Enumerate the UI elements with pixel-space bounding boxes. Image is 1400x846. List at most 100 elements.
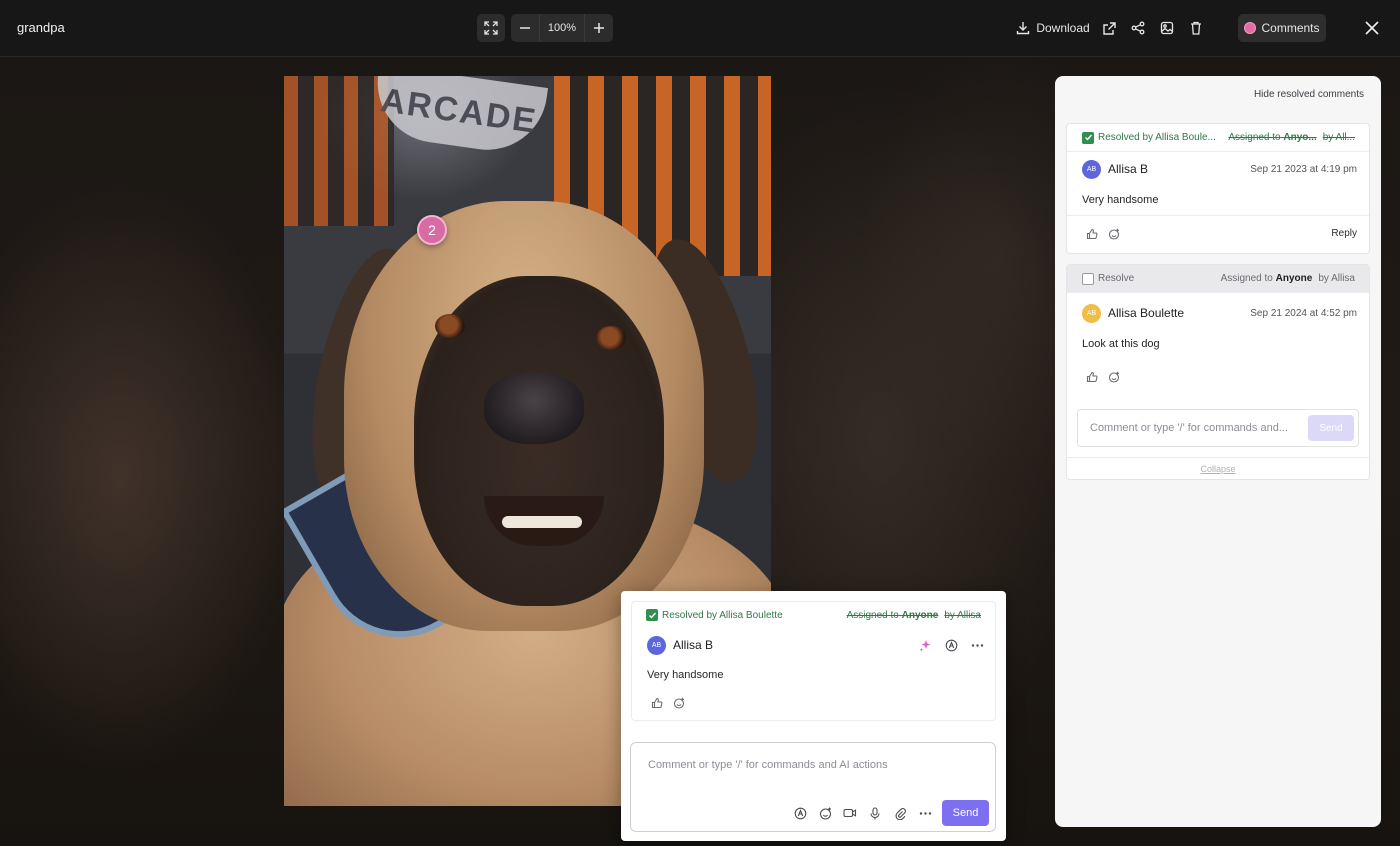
fit-screen-button[interactable] (477, 14, 505, 42)
reaction-row (632, 688, 995, 718)
mention-icon[interactable] (943, 637, 959, 653)
assignee-info: Assigned to Anyone (1221, 273, 1313, 284)
zoom-level[interactable]: 100% (539, 14, 585, 42)
send-button[interactable]: Send (1308, 415, 1354, 441)
trash-icon (1190, 21, 1202, 35)
dog-eye-right (596, 326, 626, 350)
close-icon (1364, 20, 1380, 36)
assignee-info: Assigned to Anyo... (1228, 132, 1316, 143)
more-options-icon[interactable] (917, 805, 933, 821)
external-link-icon (1102, 21, 1117, 36)
resolve-checkbox[interactable] (1082, 272, 1094, 285)
resolved-checkbox[interactable] (646, 609, 658, 621)
download-button[interactable]: Download (1012, 14, 1094, 42)
top-toolbar: grandpa 100% Download Comments (0, 0, 1400, 57)
comment-input[interactable]: Comment or type '/' for commands and AI … (630, 742, 996, 832)
comment-popover: Resolved by Allisa Boulette Assigned to … (621, 591, 1006, 841)
assignee-name[interactable]: Anyone (1276, 273, 1313, 284)
avatar: AB (1082, 303, 1101, 323)
reaction-row (1067, 359, 1369, 395)
comments-label: Comments (1261, 21, 1320, 35)
fit-screen-icon (484, 21, 498, 35)
assigned-prefix: Assigned to (846, 609, 899, 621)
comment-thread: Resolve Assigned to Anyone by Allisa AB … (1066, 264, 1370, 480)
attachment-icon[interactable] (892, 805, 908, 821)
avatar: AB (647, 635, 666, 655)
resolve-label[interactable]: Resolve (1098, 273, 1134, 284)
image-button[interactable] (1156, 14, 1178, 42)
add-reaction-icon[interactable] (672, 696, 686, 710)
comments-sidebar: Hide resolved comments Resolved by Allis… (1055, 76, 1381, 827)
comment-text: Very handsome (647, 669, 724, 681)
comment-toolbar: Send (792, 800, 989, 826)
comments-toggle-button[interactable]: Comments (1238, 14, 1326, 42)
zoom-out-button[interactable] (511, 14, 539, 42)
comment-text: Look at this dog (1082, 338, 1160, 350)
author-name: Allisa Boulette (1108, 306, 1185, 320)
share-button[interactable] (1127, 14, 1149, 42)
assigned-by: by Allisa (944, 609, 981, 621)
assignee-name: Anyo... (1283, 132, 1317, 143)
ai-sparkle-icon[interactable] (917, 637, 933, 653)
assignee-info: Assigned to Anyone (847, 610, 939, 621)
comment-author-row: AB Allisa Boulette Sep 21 2024 at 4:52 p… (1067, 297, 1369, 329)
add-reaction-icon[interactable] (1107, 227, 1121, 241)
image-background-shirt (284, 76, 394, 226)
image-icon (1160, 21, 1174, 35)
resolved-checkbox[interactable] (1082, 131, 1094, 144)
mention-icon[interactable] (792, 805, 808, 821)
dog-teeth (502, 516, 582, 528)
zoom-out-icon (519, 22, 531, 34)
avatar: AB (1082, 159, 1101, 179)
add-reaction-icon[interactable] (1107, 370, 1121, 384)
comment-input-placeholder: Comment or type '/' for commands and AI … (648, 759, 888, 771)
comment-text: Very handsome (1082, 194, 1159, 206)
comment-timestamp: Sep 21 2024 at 4:52 pm (1250, 307, 1357, 319)
assigned-prefix: Assigned to (1220, 273, 1273, 284)
download-icon (1016, 21, 1030, 35)
thumbs-up-icon[interactable] (650, 696, 664, 710)
resolved-status: Resolved by Allisa Boulette (662, 609, 783, 621)
microphone-icon[interactable] (867, 805, 883, 821)
send-button[interactable]: Send (942, 800, 989, 826)
thumbs-up-icon[interactable] (1085, 370, 1099, 384)
assigned-prefix: Assigned to (1228, 132, 1281, 143)
comments-indicator-icon (1244, 22, 1257, 34)
comment-author-row: AB Allisa B Sep 21 2023 at 4:19 pm (1067, 153, 1369, 185)
comment-timestamp: Sep 21 2023 at 4:19 pm (1250, 163, 1357, 175)
download-label: Download (1036, 21, 1090, 35)
comment-pin[interactable]: 2 (417, 215, 447, 245)
author-name: Allisa B (673, 638, 714, 652)
reaction-row: Reply (1067, 215, 1369, 251)
resolved-status: Resolved by Allisa Boule... (1098, 132, 1216, 143)
video-icon[interactable] (842, 805, 858, 821)
assigned-by: by Allisa (1318, 273, 1355, 284)
dog-eye-left (435, 314, 465, 338)
image-shirt-logo: ARCADE (369, 76, 549, 158)
close-viewer-button[interactable] (1360, 14, 1384, 42)
author-name: Allisa B (1108, 162, 1149, 176)
popover-comment: Resolved by Allisa Boulette Assigned to … (631, 601, 996, 721)
hide-resolved-comments-link[interactable]: Hide resolved comments (1254, 89, 1364, 100)
assignee-name: Anyone (901, 609, 939, 621)
share-icon (1131, 21, 1145, 35)
zoom-in-button[interactable] (585, 14, 613, 42)
delete-button[interactable] (1185, 14, 1207, 42)
thread-status-bar: Resolve Assigned to Anyone by Allisa (1067, 265, 1369, 293)
reply-input[interactable]: Comment or type '/' for commands and... … (1077, 409, 1359, 447)
thread-status-bar: Resolved by Allisa Boulette Assigned to … (632, 602, 995, 628)
collapse-link[interactable]: Collapse (1067, 457, 1369, 479)
dog-nose (484, 372, 584, 444)
reply-button[interactable]: Reply (1331, 228, 1357, 239)
zoom-control: 100% (511, 14, 613, 42)
comment-author-row: AB Allisa B (632, 628, 995, 662)
comment-thread: Resolved by Allisa Boule... Assigned to … (1066, 123, 1370, 254)
more-options-icon[interactable] (969, 637, 985, 653)
emoji-icon[interactable] (817, 805, 833, 821)
zoom-in-icon (593, 22, 605, 34)
document-title: grandpa (17, 20, 65, 35)
assigned-by: by All... (1322, 132, 1355, 143)
reply-input-placeholder: Comment or type '/' for commands and... (1090, 422, 1288, 434)
open-external-button[interactable] (1098, 14, 1120, 42)
thumbs-up-icon[interactable] (1085, 227, 1099, 241)
